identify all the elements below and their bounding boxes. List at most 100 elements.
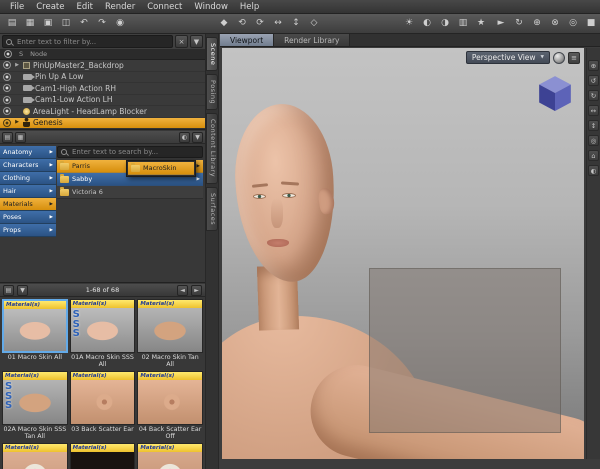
visibility-toggle-icon[interactable] xyxy=(3,61,11,70)
open-file-button[interactable]: ▦ xyxy=(21,16,39,32)
visibility-toggle-icon[interactable] xyxy=(3,118,11,127)
scene-node-pinup-cam[interactable]: Pin Up A Low xyxy=(0,71,205,83)
menu-file[interactable]: File xyxy=(4,2,30,12)
folder-victoria6[interactable]: Victoria 6 xyxy=(57,186,203,199)
save-button[interactable]: ▣ xyxy=(39,16,57,32)
pane-menu-icon[interactable]: ▼ xyxy=(192,131,203,143)
expander-icon[interactable]: ▶ xyxy=(14,120,20,125)
visibility-toggle-icon[interactable] xyxy=(3,107,11,116)
viewport-canvas[interactable]: Perspective View ▼ ≡ xyxy=(222,48,584,459)
scene-node-arealight[interactable]: AreaLight - HeadLamp Blocker xyxy=(0,106,205,118)
expander-icon[interactable]: ▶ xyxy=(14,62,20,68)
tab-viewport[interactable]: Viewport xyxy=(220,34,275,46)
product-thumbnail[interactable]: Material(s) 01 Macro Skin All xyxy=(2,299,68,369)
category-list: Anatomy ▶ Characters ▶ Clothing ▶ Hair ▶ xyxy=(0,146,56,237)
scene-node-genesis[interactable]: ▶ Genesis xyxy=(0,117,205,129)
spin-button[interactable]: ⟳ xyxy=(251,16,269,32)
tone-button[interactable]: ◑ xyxy=(436,16,454,32)
scene-filter-input[interactable] xyxy=(15,36,169,47)
menu-connect[interactable]: Connect xyxy=(141,2,188,12)
product-thumbnail[interactable]: Material(s) SSS 02A Macro Skin SSS Tan A… xyxy=(2,371,68,441)
folder-macroskin[interactable]: MacroSkin xyxy=(128,162,194,175)
visibility-toggle-icon[interactable] xyxy=(3,95,11,104)
scale-tool-button[interactable]: ⊗ xyxy=(546,16,564,32)
layers-button[interactable]: ▥ xyxy=(454,16,472,32)
pan-button[interactable]: ↔ xyxy=(269,16,287,32)
frame-button[interactable]: ◇ xyxy=(305,16,323,32)
sort-menu-icon[interactable]: ▼ xyxy=(17,284,28,296)
orbit-left-icon[interactable]: ↺ xyxy=(588,75,599,86)
files-view-icon[interactable]: ▤ xyxy=(2,131,13,143)
region-edit-icon: ■ xyxy=(586,18,596,28)
filter-clear-icon[interactable]: × xyxy=(175,35,188,48)
category-hair[interactable]: Hair ▶ xyxy=(0,185,56,198)
scene-node-cam1-low[interactable]: Cam1-Low Action LH xyxy=(0,94,205,106)
scene-node-backdrop[interactable]: ▶ PinUpMaster2_Backdrop xyxy=(0,60,205,72)
scene-node-cam1-high[interactable]: Cam1-High Action RH xyxy=(0,83,205,95)
filter-menu-icon[interactable]: ▼ xyxy=(190,35,203,48)
frame-view-icon[interactable]: ◐ xyxy=(588,165,599,176)
translate-tool-button[interactable]: ⊕ xyxy=(528,16,546,32)
type-badge: Material(s) xyxy=(138,300,202,308)
redo-button[interactable]: ↷ xyxy=(93,16,111,32)
next-page-icon[interactable]: ► xyxy=(191,284,202,296)
product-thumbnail[interactable]: Material(s) 02 Macro Skin Tan All xyxy=(137,299,203,369)
menu-render[interactable]: Render xyxy=(99,2,141,12)
rotate-tool-button[interactable]: ↻ xyxy=(510,16,528,32)
dolly-button[interactable]: ↕ xyxy=(287,16,305,32)
shade-button[interactable]: ◐ xyxy=(418,16,436,32)
product-thumbnail[interactable]: Material(s) xyxy=(69,443,136,469)
product-thumbnail[interactable]: Material(s) SSS 01A Macro Skin SSS All xyxy=(69,299,136,369)
product-thumbnail[interactable]: Material(s) 03 Back Scatter Ear xyxy=(69,371,136,441)
pan-horizontal-icon[interactable]: ↔ xyxy=(588,105,599,116)
visibility-toggle-icon[interactable] xyxy=(3,84,11,93)
menu-edit[interactable]: Edit xyxy=(70,2,98,12)
import-button[interactable]: ◫ xyxy=(57,16,75,32)
menu-window[interactable]: Window xyxy=(188,2,234,12)
smart-content-pane: ▤ ▦ ◐ ▼ Anatomy ▶ Characters ▶ Clothing … xyxy=(0,131,205,283)
zoom-icon[interactable]: ⊕ xyxy=(588,60,599,71)
menu-create[interactable]: Create xyxy=(30,2,70,12)
category-props[interactable]: Props ▶ xyxy=(0,224,56,237)
viewport-tab-bar: Viewport Render Library xyxy=(220,34,600,47)
content-search-input[interactable] xyxy=(70,147,199,157)
side-tab-surfaces[interactable]: Surfaces xyxy=(206,186,218,231)
product-thumbnail[interactable]: Material(s) xyxy=(2,443,68,469)
viewport-options-icon[interactable]: ≡ xyxy=(568,51,580,64)
visibility-toggle-icon[interactable] xyxy=(3,72,11,81)
view-cube[interactable] xyxy=(536,74,574,112)
pan-vertical-icon[interactable]: ↕ xyxy=(588,120,599,131)
product-thumbnail[interactable]: Material(s) 04 Back Scatter Ear Off xyxy=(137,371,203,441)
draw-style-icon[interactable] xyxy=(553,51,565,64)
tab-render-library[interactable]: Render Library xyxy=(274,34,351,46)
camera-selector[interactable]: Perspective View ▼ xyxy=(465,51,550,64)
lights-button[interactable]: ☀ xyxy=(400,16,418,32)
render-button[interactable]: ◉ xyxy=(111,16,129,32)
surface-select-button[interactable]: ◎ xyxy=(564,16,582,32)
orbit-button[interactable]: ⟲ xyxy=(233,16,251,32)
display-options-icon[interactable]: ◐ xyxy=(179,131,190,143)
category-characters[interactable]: Characters ▶ xyxy=(0,159,56,172)
category-clothing[interactable]: Clothing ▶ xyxy=(0,172,56,185)
category-materials[interactable]: Materials ▶ xyxy=(0,198,56,211)
side-tab-posing[interactable]: Posing xyxy=(206,74,218,111)
undo-button[interactable]: ↶ xyxy=(75,16,93,32)
region-edit-button[interactable]: ■ xyxy=(582,16,600,32)
product-thumbnail[interactable]: Material(s) xyxy=(137,443,203,469)
side-tab-scene[interactable]: Scene xyxy=(206,37,218,72)
sss-overlay: SSS xyxy=(72,309,80,339)
menu-help[interactable]: Help xyxy=(234,2,265,12)
products-view-icon[interactable]: ▦ xyxy=(15,131,26,143)
new-file-button[interactable]: ▤ xyxy=(3,16,21,32)
orbit-right-icon[interactable]: ↻ xyxy=(588,90,599,101)
grid-view-icon[interactable]: ▤ xyxy=(3,284,14,296)
favorites-button[interactable]: ★ xyxy=(472,16,490,32)
category-poses[interactable]: Poses ▶ xyxy=(0,211,56,224)
prev-page-icon[interactable]: ◄ xyxy=(177,284,188,296)
category-anatomy[interactable]: Anatomy ▶ xyxy=(0,146,56,159)
side-tab-content-library[interactable]: Content Library xyxy=(206,113,218,184)
view-cube-button[interactable]: ◆ xyxy=(215,16,233,32)
node-select-button[interactable]: ► xyxy=(492,16,510,32)
home-view-icon[interactable]: ⌂ xyxy=(588,150,599,161)
aim-icon[interactable]: ◎ xyxy=(588,135,599,146)
